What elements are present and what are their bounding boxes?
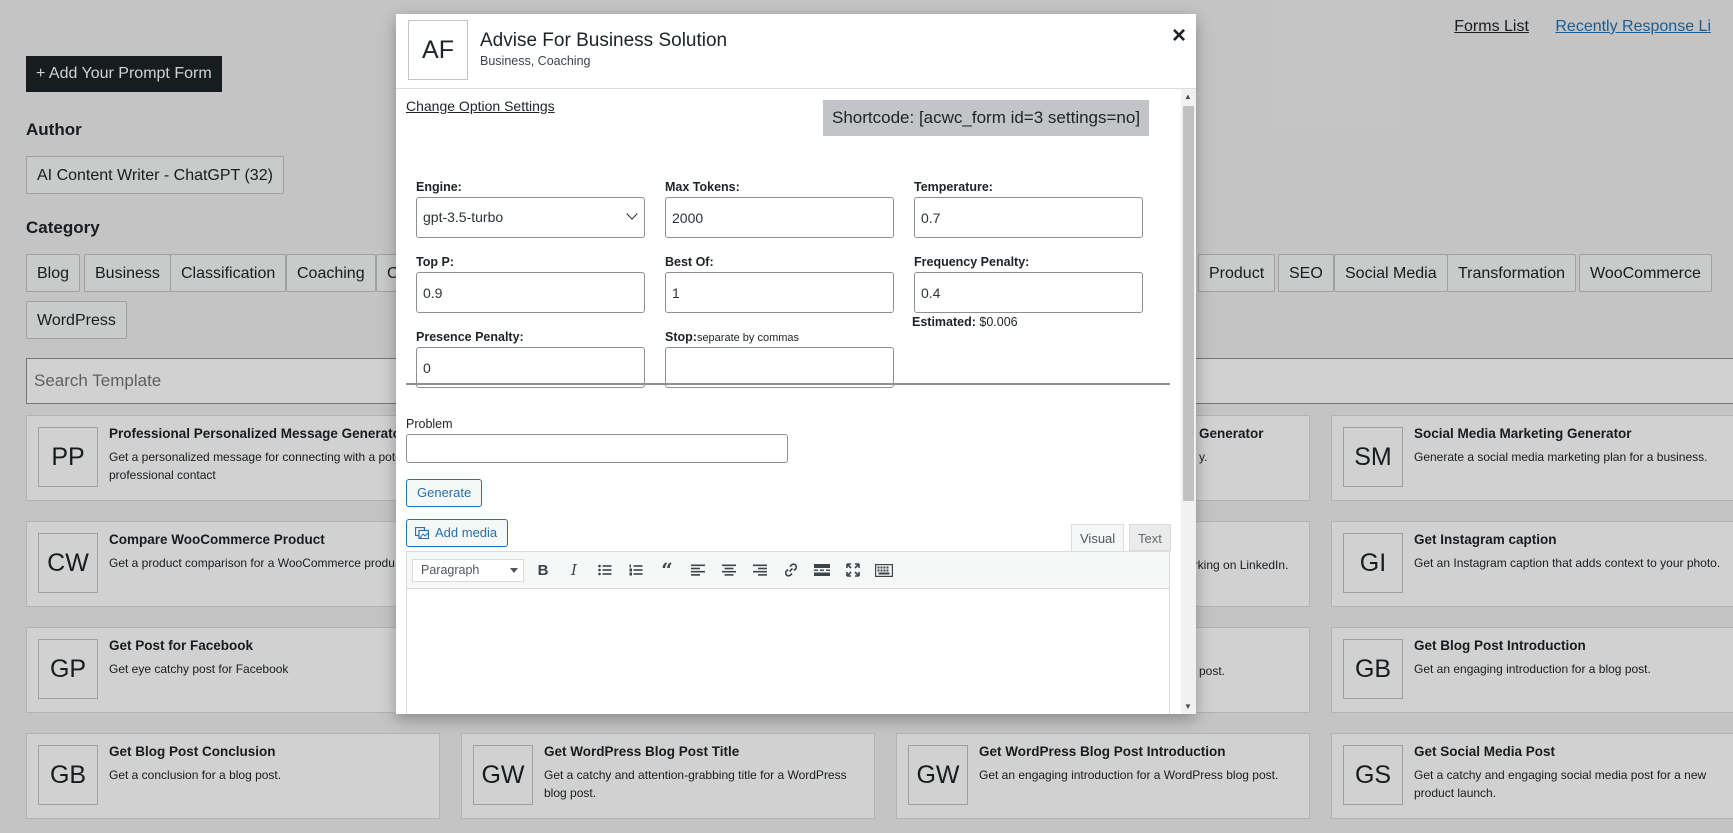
modal-header: AF Advise For Business Solution Business…: [396, 14, 1196, 89]
max-tokens-label: Max Tokens:: [665, 180, 740, 194]
stop-input[interactable]: [665, 347, 894, 388]
scroll-up-icon[interactable]: ▲: [1184, 92, 1192, 101]
modal-title: Advise For Business Solution: [480, 30, 728, 51]
modal-subtitle: Business, Coaching: [480, 54, 591, 68]
tab-text[interactable]: Text: [1129, 524, 1171, 551]
read-more-icon[interactable]: [811, 560, 833, 580]
close-icon[interactable]: ×: [1172, 24, 1186, 48]
editor-toolbar: Paragraph B I “: [407, 552, 1169, 589]
frequency-penalty-input[interactable]: [914, 272, 1143, 313]
format-select[interactable]: Paragraph: [412, 559, 524, 582]
dropdown-icon: [510, 568, 518, 573]
change-option-settings-link[interactable]: Change Option Settings: [406, 98, 555, 114]
align-left-icon[interactable]: [687, 560, 709, 580]
numbered-list-icon[interactable]: [625, 560, 647, 580]
generate-button[interactable]: Generate: [406, 479, 483, 507]
frequency-penalty-label: Frequency Penalty:: [914, 255, 1030, 269]
engine-label: Engine:: [416, 180, 462, 194]
top-p-label: Top P:: [416, 255, 454, 269]
stop-label: Stop:separate by commas: [665, 330, 799, 344]
top-p-input[interactable]: [416, 272, 645, 313]
fullscreen-icon[interactable]: [842, 560, 864, 580]
estimated-value: $0.006: [979, 315, 1018, 329]
align-right-icon[interactable]: [749, 560, 771, 580]
content-editor[interactable]: Paragraph B I “: [406, 551, 1170, 714]
engine-select[interactable]: gpt-3.5-turbo: [416, 197, 645, 238]
estimated-cost: Estimated: $0.006: [912, 315, 1018, 329]
form-avatar: AF: [408, 20, 468, 80]
blockquote-icon[interactable]: “: [656, 558, 678, 582]
add-media-icon: [415, 527, 429, 539]
best-of-label: Best Of:: [665, 255, 714, 269]
stop-label-text: Stop:: [665, 330, 697, 344]
presence-penalty-input[interactable]: [416, 347, 645, 388]
tab-visual[interactable]: Visual: [1071, 524, 1125, 552]
divider: [406, 383, 1170, 385]
modal-scrollbar[interactable]: ▲ ▼: [1181, 89, 1196, 714]
estimated-label: Estimated:: [912, 315, 976, 329]
form-settings-modal: AF Advise For Business Solution Business…: [396, 14, 1196, 714]
format-value: Paragraph: [421, 563, 480, 577]
chevron-down-icon: [626, 208, 638, 220]
best-of-input[interactable]: [665, 272, 894, 313]
problem-label: Problem: [406, 417, 453, 431]
temperature-input[interactable]: [914, 197, 1143, 238]
stop-hint: separate by commas: [696, 332, 800, 344]
add-media-button[interactable]: Add media: [406, 519, 509, 547]
add-media-label: Add media: [435, 525, 498, 540]
modal-body: Change Option Settings Shortcode: [acwc_…: [396, 89, 1180, 714]
italic-icon[interactable]: I: [563, 560, 585, 580]
bold-icon[interactable]: B: [532, 560, 554, 580]
align-center-icon[interactable]: [718, 560, 740, 580]
problem-input[interactable]: [406, 434, 788, 463]
bullet-list-icon[interactable]: [594, 560, 616, 580]
max-tokens-input[interactable]: [665, 197, 894, 238]
shortcode-display: Shortcode: [acwc_form id=3 settings=no]: [823, 100, 1150, 136]
scroll-down-icon[interactable]: ▼: [1184, 702, 1192, 711]
scrollbar-thumb[interactable]: [1183, 106, 1194, 501]
toolbar-toggle-icon[interactable]: [873, 560, 895, 580]
presence-penalty-label: Presence Penalty:: [416, 330, 524, 344]
engine-value: gpt-3.5-turbo: [423, 209, 504, 225]
temperature-label: Temperature:: [914, 180, 993, 194]
link-icon[interactable]: [780, 560, 802, 580]
